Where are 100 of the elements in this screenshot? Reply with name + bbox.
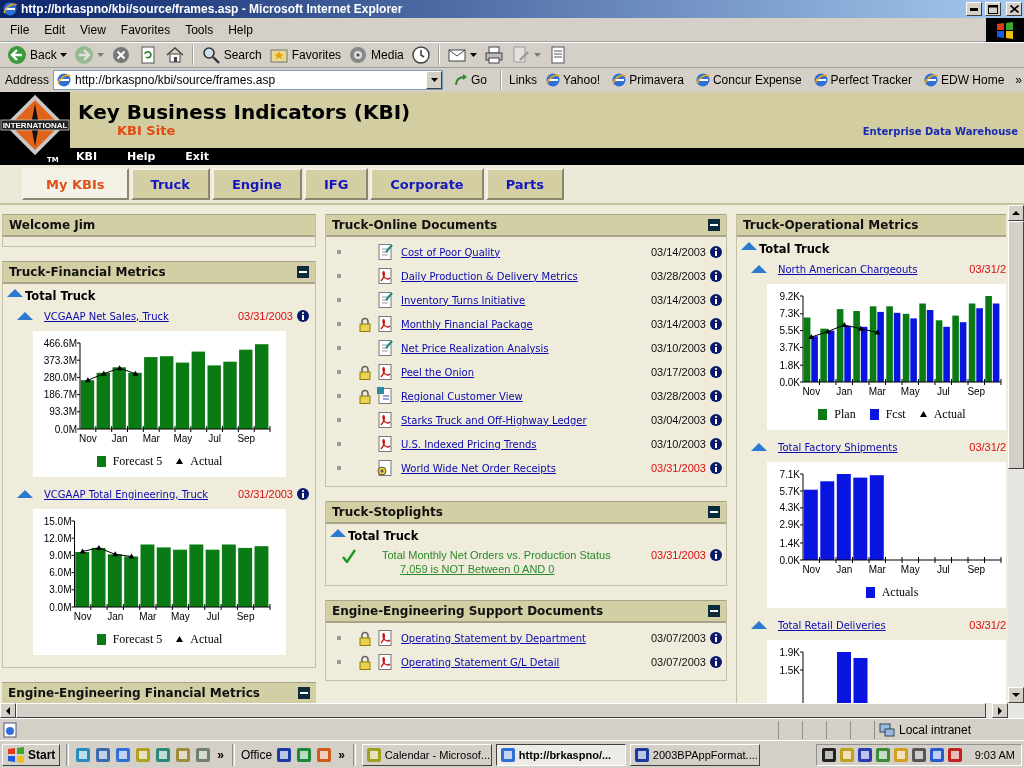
- nav-link[interactable]: KBI: [76, 150, 97, 163]
- axis-label: 0.0M: [54, 423, 77, 435]
- link-button[interactable]: EDW Home: [920, 72, 1010, 88]
- app-icon[interactable]: [75, 746, 92, 763]
- document-link[interactable]: Starks Truck and Off-Highway Ledger: [401, 414, 651, 426]
- document-link[interactable]: World Wide Net Order Receipts: [401, 462, 651, 474]
- chart-bar: [173, 549, 187, 607]
- metric-link[interactable]: Total Retail Deliveries: [778, 619, 970, 631]
- axis-label: Jul: [206, 611, 220, 622]
- axis-label: Mar: [868, 564, 886, 575]
- app-icon[interactable]: [296, 746, 313, 763]
- axis-label: Jul: [208, 433, 221, 444]
- maximize-button[interactable]: [985, 2, 1001, 16]
- nav-link[interactable]: Help: [127, 150, 156, 163]
- dropdown-button[interactable]: [426, 71, 442, 89]
- more-button[interactable]: »: [336, 747, 347, 762]
- scroll-left-button[interactable]: [0, 703, 16, 718]
- axis-label: 6.0M: [49, 567, 72, 579]
- menu-item[interactable]: Edit: [37, 20, 74, 39]
- minimize-button[interactable]: [966, 2, 982, 16]
- tab[interactable]: Truck: [130, 168, 210, 200]
- axis-label: May: [170, 611, 190, 622]
- menu-item[interactable]: Tools: [178, 20, 222, 39]
- date-text: 03/31/2003: [650, 549, 706, 561]
- bar-chart-drawing: [799, 651, 868, 703]
- tab[interactable]: IFG: [303, 168, 369, 200]
- favorites-button[interactable]: Favorites: [265, 44, 345, 66]
- chart-bar: [124, 556, 139, 607]
- data-point: [84, 377, 91, 383]
- metric-link[interactable]: Total Factory Shipments: [778, 441, 970, 453]
- axis-label: Nov: [802, 386, 821, 397]
- legend-label: Actuals: [881, 584, 919, 600]
- axis-label: 3.7K: [779, 341, 800, 353]
- metric-link[interactable]: VCGAAP Net Sales, Truck: [44, 310, 238, 322]
- document-link[interactable]: Operating Statement G/L Detail: [401, 656, 651, 668]
- date-text: 03/28/2003: [650, 270, 706, 282]
- axis-label: 1.8K: [779, 359, 800, 371]
- document-link[interactable]: Net Price Realization Analysis: [401, 342, 651, 354]
- menu-item[interactable]: View: [73, 20, 114, 39]
- legend-swatch: [869, 408, 879, 420]
- bullet-icon: [337, 394, 341, 398]
- link-button[interactable]: Concur Expense: [692, 72, 807, 88]
- scrollbar-thumb[interactable]: [1008, 221, 1024, 469]
- document-link[interactable]: Monthly Financial Package: [401, 318, 651, 330]
- metric-link[interactable]: VCGAAP Total Engineering, Truck: [44, 488, 238, 500]
- taskbar-button[interactable]: 2003BPAppFormat....: [629, 743, 760, 766]
- taskbar-button[interactable]: Calendar - Microsof...: [361, 743, 492, 766]
- app-icon[interactable]: [276, 746, 293, 763]
- bullet-icon: [337, 660, 341, 664]
- menu-item[interactable]: Favorites: [113, 20, 179, 39]
- address-field[interactable]: http://brkaspno/kbi/source/frames.asp: [53, 70, 443, 90]
- search-button[interactable]: Search: [197, 44, 265, 66]
- menu-item[interactable]: Help: [221, 20, 261, 39]
- logo-emblem: [0, 94, 70, 156]
- chart-bar: [205, 549, 220, 607]
- more-button[interactable]: »: [215, 747, 227, 762]
- start-button[interactable]: Start: [2, 743, 61, 766]
- close-icon: [1009, 5, 1019, 13]
- app-icon[interactable]: [115, 746, 132, 763]
- axis-label: Nov: [802, 564, 821, 575]
- document-link[interactable]: U.S. Indexed Pricing Trends: [401, 438, 651, 450]
- vertical-scrollbar[interactable]: [1008, 205, 1024, 703]
- tab[interactable]: My KBIs: [22, 168, 129, 200]
- zone-label: Local intranet: [899, 722, 972, 737]
- tab[interactable]: Parts: [485, 168, 564, 200]
- scroll-down-button[interactable]: [1008, 687, 1024, 703]
- media-button[interactable]: Media: [345, 44, 407, 66]
- document-link[interactable]: Inventory Turns Initiative: [401, 294, 651, 306]
- date-text: 03/10/2003: [650, 342, 706, 354]
- date-text: 03/31/2003: [237, 488, 293, 500]
- document-link[interactable]: Daily Production & Delivery Metrics: [401, 270, 651, 282]
- document-link[interactable]: Operating Statement by Department: [401, 632, 651, 644]
- tab[interactable]: Engine: [211, 168, 302, 200]
- info-icon: [710, 656, 722, 668]
- go-button[interactable]: Go: [447, 72, 494, 88]
- tab[interactable]: Corporate: [370, 168, 484, 200]
- link-button[interactable]: Yahoo!: [543, 72, 606, 88]
- link-button[interactable]: Primavera: [609, 72, 689, 88]
- link-button[interactable]: Perfect Tracker: [810, 72, 917, 88]
- status-text: Total Monthly Net Orders vs. Production Status: [382, 549, 612, 561]
- app-icon[interactable]: [155, 746, 172, 763]
- more-button[interactable]: »: [1013, 73, 1024, 87]
- pdf-icon: [377, 363, 394, 381]
- nav-link[interactable]: Exit: [185, 150, 209, 163]
- taskbar-button[interactable]: http://brkaspno/...: [495, 743, 626, 766]
- app-icon[interactable]: [316, 746, 333, 763]
- detail-link[interactable]: 7,059 is NOT Between 0 AND 0: [400, 563, 651, 575]
- scroll-right-button[interactable]: [992, 703, 1008, 718]
- close-button[interactable]: [1006, 2, 1022, 16]
- metric-link[interactable]: North American Chargeouts: [778, 263, 970, 275]
- menu-item[interactable]: File: [3, 20, 38, 39]
- scroll-up-button[interactable]: [1008, 205, 1024, 221]
- document-link[interactable]: Peel the Onion: [401, 366, 651, 378]
- tray-icon: [874, 746, 891, 763]
- app-icon[interactable]: [95, 746, 112, 763]
- document-link[interactable]: Regional Customer View: [401, 390, 651, 402]
- arrow-left-icon: [4, 706, 12, 715]
- document-link[interactable]: Cost of Poor Quality: [401, 246, 651, 258]
- app-icon[interactable]: [195, 746, 212, 763]
- back-button[interactable]: Back: [4, 44, 70, 66]
